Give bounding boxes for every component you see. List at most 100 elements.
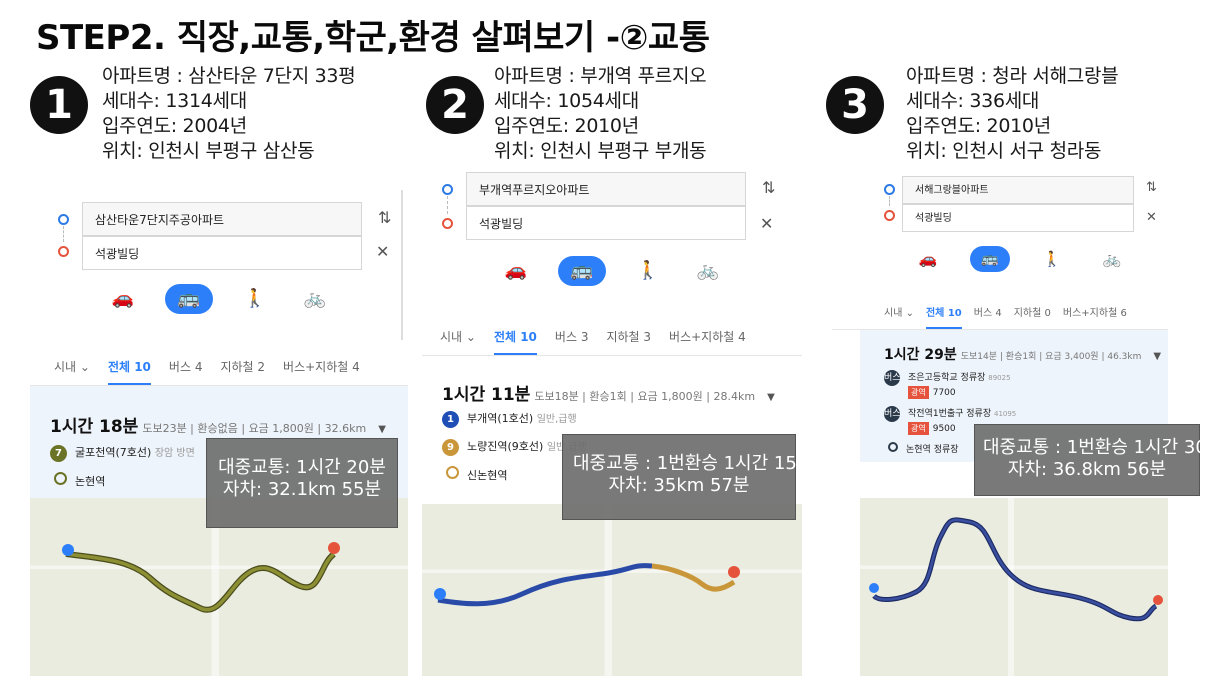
bus-mode-icon[interactable]: 🚌	[970, 246, 1010, 272]
tab-city[interactable]: 시내 ⌄	[440, 328, 476, 353]
destination-input[interactable]: 석광빌딩	[82, 236, 362, 270]
tab-bus[interactable]: 버스 3	[555, 328, 589, 353]
destination-dot-icon	[442, 218, 453, 229]
route-app: 부개역푸르지오아파트 석광빌딩 ⇅ ✕ 🚗 🚌 🚶 🚲 시내 ⌄ 전체 10 버스 3 지하…	[422, 168, 802, 676]
stop-dot-icon	[446, 466, 459, 479]
tab-bus-subway[interactable]: 버스+지하철 6	[1063, 304, 1127, 327]
swap-icon[interactable]: ⇅	[1146, 180, 1157, 195]
public-transit-time: 대중교통: 1시간 20분	[218, 457, 386, 478]
walk-mode-icon[interactable]: 🚶	[1034, 244, 1070, 274]
panel-header: 2 아파트명 : 부개역 푸르지오 세대수: 1054세대 입주연도: 2010…	[422, 64, 802, 168]
stop-extra: 41095	[993, 410, 1017, 418]
public-transit-time: 대중교통 : 1번환승 1시간 15분	[573, 453, 814, 474]
route-map[interactable]	[860, 498, 1168, 676]
tab-city[interactable]: 시내 ⌄	[884, 304, 914, 327]
stop-extra: 일반,급행	[536, 414, 577, 425]
swap-icon[interactable]: ⇅	[378, 208, 391, 227]
route-summary: 1시간 11분 도보18분 | 환승1회 | 요금 1,800원 | 28.4km…	[442, 380, 775, 405]
stop-item: 1 부개역(1호선) 일반,급행	[442, 410, 577, 428]
apartment-panel-3: 3 아파트명 : 청라 서해그랑블 세대수: 336세대 입주연도: 2010년…	[826, 64, 1216, 676]
route-map[interactable]	[422, 504, 802, 676]
close-icon[interactable]: ✕	[1146, 210, 1157, 225]
stop-name: 논현역 정류장	[906, 445, 959, 455]
close-icon[interactable]: ✕	[376, 242, 389, 261]
tab-city[interactable]: 시내 ⌄	[54, 358, 90, 383]
route-detail: 도보18분 | 환승1회 | 요금 1,800원 | 28.4km	[534, 390, 756, 403]
tab-subway[interactable]: 지하철 2	[220, 358, 265, 383]
tab-subway[interactable]: 지하철 3	[606, 328, 651, 353]
stop-name: 조은고등학교 정류장	[908, 373, 986, 383]
scrollbar[interactable]	[401, 190, 403, 340]
bus-icon: 버스	[884, 406, 901, 422]
commute-summary-overlay: 대중교통: 1시간 20분 자차: 32.1km 55분	[206, 438, 398, 528]
commute-summary-overlay: 대중교통 : 1번환승 1시간 15분 자차: 35km 57분	[562, 434, 814, 520]
origin-input[interactable]: 서해그랑블아파트	[902, 176, 1134, 204]
tab-bus[interactable]: 버스 4	[169, 358, 203, 383]
route-line-icon	[63, 226, 64, 242]
bike-mode-icon[interactable]: 🚲	[1094, 244, 1130, 274]
household-count: 세대수: 1054세대	[494, 90, 639, 112]
bus-number: 7700	[932, 388, 956, 398]
tab-bus-subway[interactable]: 버스+지하철 4	[283, 358, 360, 383]
route-line-icon	[889, 196, 890, 206]
bike-mode-icon[interactable]: 🚲	[690, 256, 726, 286]
chevron-down-icon[interactable]: ▼	[767, 392, 775, 403]
car-mode-icon[interactable]: 🚗	[910, 244, 946, 274]
commute-summary-overlay: 대중교통 : 1번환승 1시간 30분 자차: 36.8km 56분	[974, 424, 1216, 496]
route-path-svg	[869, 517, 1163, 622]
walk-mode-icon[interactable]: 🚶	[237, 284, 273, 314]
bus-icon: 버스	[884, 370, 901, 386]
destination-dot-icon	[884, 210, 895, 221]
destination-input[interactable]: 석광빌딩	[466, 206, 746, 240]
route-path-svg	[434, 563, 740, 607]
stop-name: 굴포천역(7호선)	[75, 446, 152, 459]
stop-item: 신논현역	[442, 466, 507, 483]
total-time: 1시간 18분	[50, 417, 139, 437]
apartment-info: 아파트명 : 삼산타운 7단지 33평 세대수: 1314세대 입주연도: 20…	[102, 64, 356, 164]
destination-dot-icon	[58, 246, 69, 257]
apartment-name: 아파트명 : 삼산타운 7단지 33평	[102, 65, 356, 87]
chevron-down-icon[interactable]: ▼	[1153, 351, 1161, 362]
panel-header: 3 아파트명 : 청라 서해그랑블 세대수: 336세대 입주연도: 2010년…	[826, 64, 1168, 168]
chevron-down-icon[interactable]: ▼	[378, 424, 386, 435]
stop-item: 7 굴포천역(7호선) 장암 방면	[50, 444, 195, 462]
swap-icon[interactable]: ⇅	[762, 178, 775, 197]
panel-header: 1 아파트명 : 삼산타운 7단지 33평 세대수: 1314세대 입주연도: …	[30, 64, 408, 168]
walk-mode-icon[interactable]: 🚶	[630, 256, 666, 286]
destination-input[interactable]: 석광빌딩	[902, 204, 1134, 232]
tab-bus[interactable]: 버스 4	[974, 304, 1002, 327]
close-icon[interactable]: ✕	[760, 214, 773, 233]
route-app: 서해그랑블아파트 석광빌딩 ⇅ ✕ 🚗 🚌 🚶 🚲 시내 ⌄ 전체 10 버스 4 지하철 …	[832, 168, 1168, 676]
apartment-name: 아파트명 : 부개역 푸르지오	[494, 65, 707, 87]
origin-input[interactable]: 삼산타운7단지주공아파트	[82, 202, 362, 236]
apartment-panel-2: 2 아파트명 : 부개역 푸르지오 세대수: 1054세대 입주연도: 2010…	[422, 64, 813, 676]
bus-type-tag: 광역	[908, 386, 929, 399]
bike-mode-icon[interactable]: 🚲	[297, 284, 333, 314]
tab-bus-subway[interactable]: 버스+지하철 4	[669, 328, 746, 353]
move-in-year: 입주연도: 2004년	[102, 115, 247, 137]
step-number-badge: 1	[30, 76, 88, 134]
route-tabs: 시내 ⌄ 전체 10 버스 4 지하철 0 버스+지하철 6	[832, 304, 1168, 330]
location: 위치: 인천시 서구 청라동	[906, 140, 1102, 162]
car-mode-icon[interactable]: 🚗	[105, 284, 141, 314]
stop-item: 논현역	[50, 472, 105, 489]
bus-mode-icon[interactable]: 🚌	[558, 256, 606, 286]
page-title: STEP2. 직장,교통,학군,환경 살펴보기 -②교통	[36, 18, 710, 58]
total-time: 1시간 11분	[442, 385, 531, 405]
move-in-year: 입주연도: 2010년	[906, 115, 1051, 137]
tab-all[interactable]: 전체 10	[925, 304, 962, 329]
car-time: 자차: 35km 57분	[608, 475, 750, 496]
tab-subway[interactable]: 지하철 0	[1014, 304, 1051, 327]
total-time: 1시간 29분	[884, 347, 957, 363]
car-mode-icon[interactable]: 🚗	[498, 256, 534, 286]
stop-name: 논현역	[75, 475, 106, 488]
line-badge: 7	[50, 445, 67, 462]
route-tabs: 시내 ⌄ 전체 10 버스 3 지하철 3 버스+지하철 4	[422, 328, 802, 356]
tab-all[interactable]: 전체 10	[107, 358, 151, 385]
origin-input[interactable]: 부개역푸르지오아파트	[466, 172, 746, 206]
stop-item: 논현역 정류장	[884, 442, 959, 455]
tab-all[interactable]: 전체 10	[493, 328, 537, 355]
stop-dot-icon	[888, 442, 898, 452]
bus-mode-icon[interactable]: 🚌	[165, 284, 213, 314]
route-app: 삼산타운7단지주공아파트 석광빌딩 ⇅ ✕ 🚗 🚌 🚶 🚲 시내 ⌄ 전체 10 버스 4…	[30, 168, 408, 676]
